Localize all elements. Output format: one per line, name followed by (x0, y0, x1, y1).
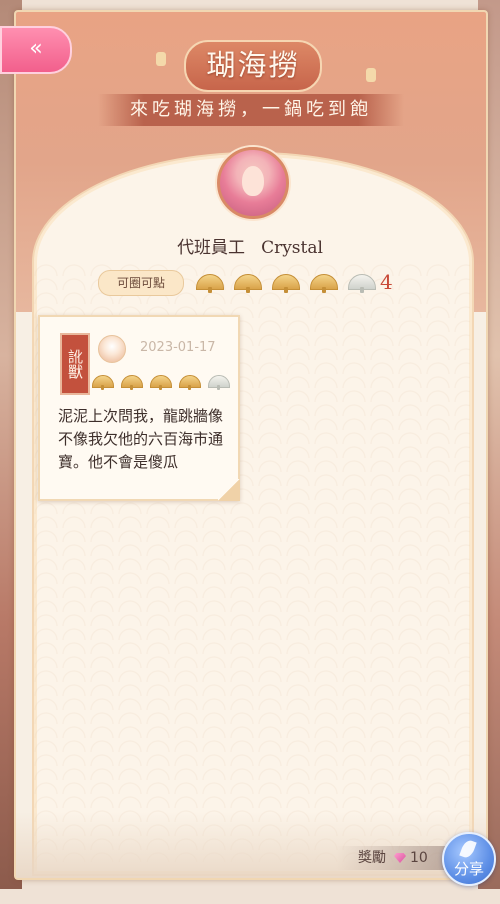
avatar-face (242, 166, 264, 196)
fan-empty-icon (208, 375, 230, 390)
page-title: 瑚海撈 (184, 40, 322, 92)
reward-value: 10 (410, 850, 428, 866)
lantern-icon (156, 52, 166, 66)
page-fold-corner (218, 479, 240, 501)
note-text: 泥泥上次問我，龍跳牆像不像我欠他的六百海市通寶。他不會是傻瓜 (58, 407, 224, 471)
likes-badge: 可圈可點 (98, 270, 184, 296)
employee-name-text: Crystal (261, 238, 323, 258)
fan-icon (92, 375, 114, 390)
gem-icon (394, 853, 406, 863)
reward-display: 獎勵 10 (336, 846, 456, 870)
review-note[interactable]: 訛獸 2023-01-17 泥泥上次問我，龍跳牆像不像我欠他的六百海市通寶。他不… (38, 315, 240, 501)
page-subtitle: 來吃瑚海撈，一鍋吃到飽 (98, 94, 404, 126)
fan-icon (272, 274, 300, 293)
feather-icon (459, 838, 477, 860)
employee-name: 代班員工 Crystal (0, 233, 500, 258)
author-avatar (98, 335, 126, 363)
rating-fans (196, 274, 376, 293)
fan-empty-icon (348, 274, 376, 293)
reward-label: 獎勵 (358, 850, 386, 866)
fan-icon (196, 274, 224, 293)
fan-icon (310, 274, 338, 293)
fan-icon (150, 375, 172, 390)
author-stamp: 訛獸 (60, 333, 90, 395)
fan-icon (121, 375, 143, 390)
fan-icon (179, 375, 201, 390)
share-button[interactable]: 分享 (442, 832, 496, 886)
employee-role: 代班員工 (177, 238, 246, 258)
share-label: 分享 (453, 860, 484, 878)
note-rating-fans (92, 375, 230, 390)
rating-count: 4 (380, 270, 393, 294)
back-button[interactable]: « (0, 26, 72, 74)
avatar (217, 147, 289, 219)
note-date: 2023-01-17 (140, 340, 216, 355)
lantern-icon (366, 68, 376, 82)
double-chevron-left-icon: « (29, 36, 43, 61)
fan-icon (234, 274, 262, 293)
